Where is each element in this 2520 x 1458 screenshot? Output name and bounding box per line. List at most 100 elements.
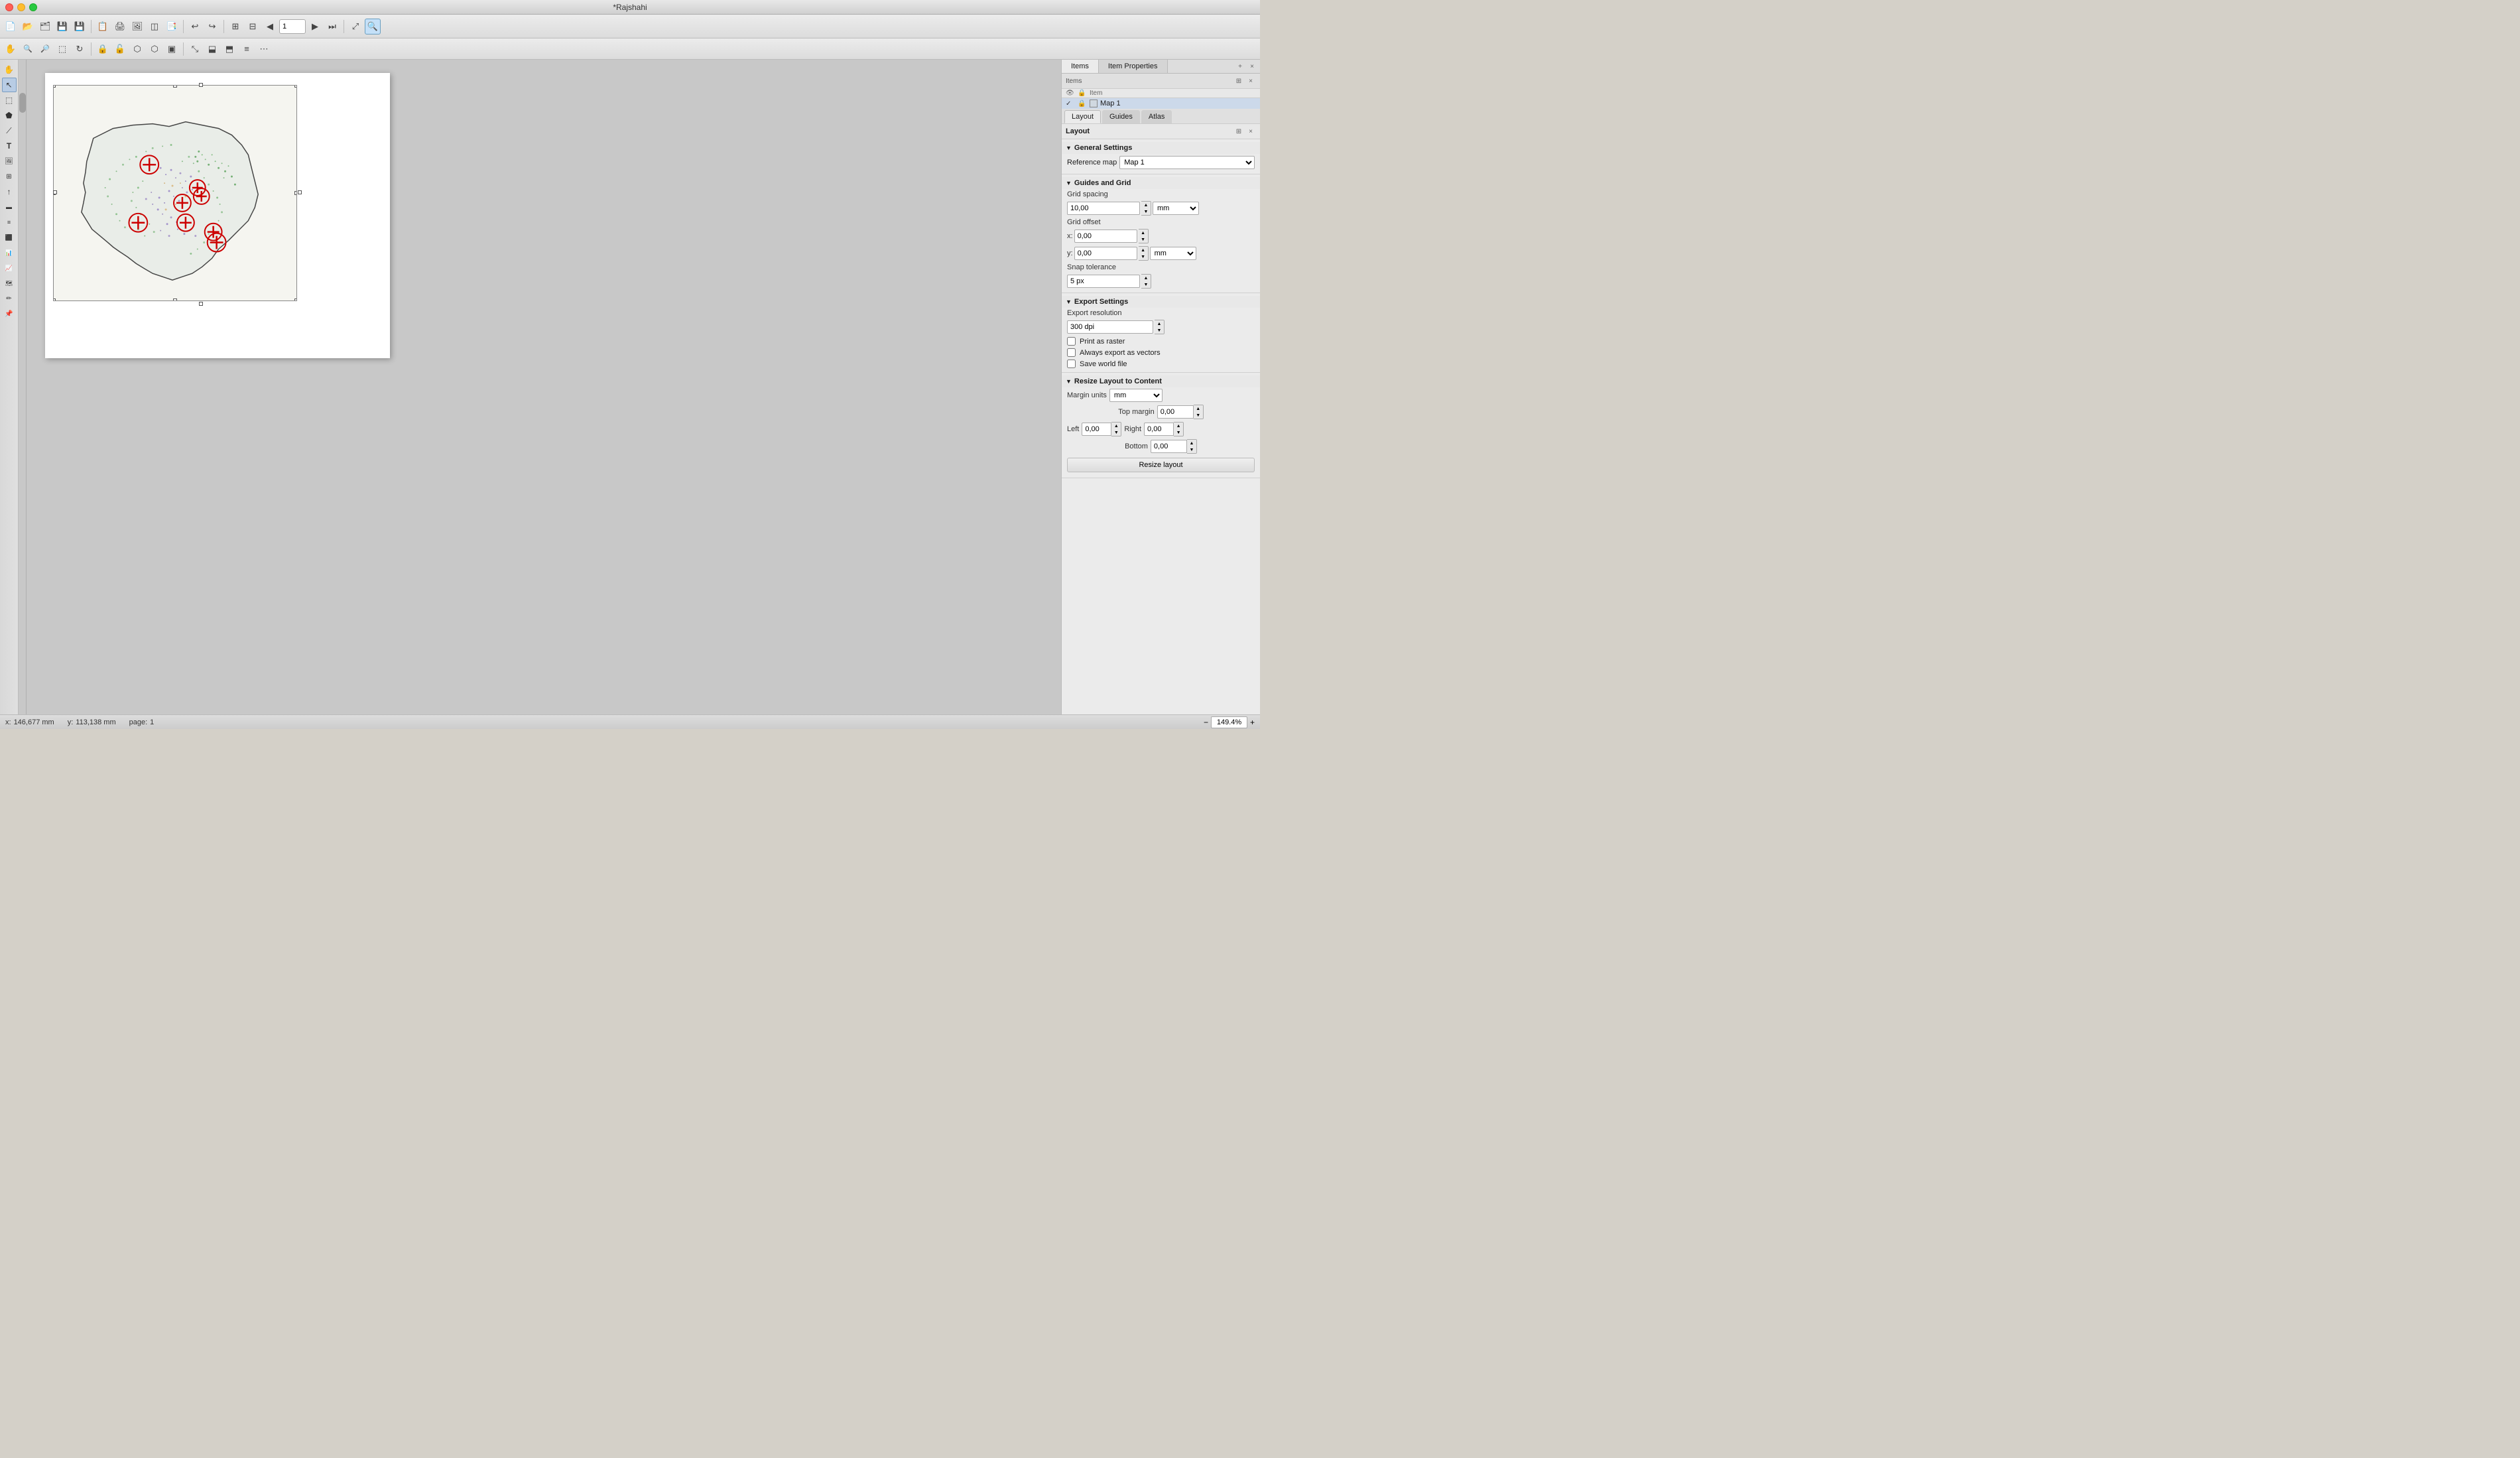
zoom-tool-button[interactable]: 🔍 <box>365 19 381 34</box>
html-frame-tool[interactable]: ⬛ <box>2 230 17 245</box>
layout-close-icon[interactable]: × <box>1245 126 1256 137</box>
left-margin-spin[interactable]: ▲ ▼ <box>1111 422 1121 436</box>
pan-tool[interactable]: ✋ <box>2 62 17 77</box>
close-button[interactable] <box>5 3 13 11</box>
page-input[interactable] <box>279 19 306 34</box>
tab-item-properties[interactable]: Item Properties <box>1099 60 1168 73</box>
tab-items[interactable]: Items <box>1062 60 1099 73</box>
export-res-input[interactable] <box>1067 320 1153 334</box>
attribute-table-tool[interactable]: 📊 <box>2 245 17 260</box>
legend-tool[interactable]: ≡ <box>2 215 17 230</box>
snap-tolerance-spin[interactable]: ▲ ▼ <box>1141 274 1151 289</box>
scale-bar-tool[interactable]: ▬ <box>2 200 17 214</box>
refresh-button[interactable]: ↻ <box>72 41 88 57</box>
elevation-profile-tool[interactable]: 📈 <box>2 261 17 275</box>
top-margin-down[interactable]: ▼ <box>1194 412 1203 419</box>
items-close-icon[interactable]: × <box>1245 76 1256 86</box>
right-margin-down[interactable]: ▼ <box>1174 429 1183 436</box>
save-world-file-checkbox[interactable] <box>1067 360 1076 368</box>
ungroup-button[interactable]: ⬡ <box>147 41 162 57</box>
right-margin-input[interactable] <box>1144 423 1174 436</box>
grid-offset-y-up[interactable]: ▲ <box>1139 247 1148 253</box>
unlock-button[interactable]: 🔓 <box>112 41 128 57</box>
select-button[interactable]: ⬚ <box>54 41 70 57</box>
general-settings-header[interactable]: ▼ General Settings <box>1062 142 1260 154</box>
polygon-tool[interactable]: ⬟ <box>2 108 17 123</box>
grid-spacing-input[interactable] <box>1067 202 1140 215</box>
grid-spacing-spin[interactable]: ▲ ▼ <box>1141 201 1151 216</box>
snap-tolerance-down[interactable]: ▼ <box>1141 281 1151 288</box>
right-margin-spin[interactable]: ▲ ▼ <box>1174 422 1184 436</box>
image-tool[interactable]: 🖼 <box>2 154 17 168</box>
page-handle-left[interactable] <box>53 190 57 194</box>
top-margin-input[interactable] <box>1157 405 1194 419</box>
ref-map-select[interactable]: Map 1 <box>1119 156 1255 169</box>
table-tool[interactable]: ⊞ <box>2 169 17 184</box>
maximize-button[interactable] <box>29 3 37 11</box>
resize-button[interactable]: ⤡ <box>187 41 203 57</box>
select-group-button[interactable]: ▣ <box>164 41 180 57</box>
zoom-out-status-button[interactable]: − <box>1204 718 1208 727</box>
snap-tolerance-up[interactable]: ▲ <box>1141 275 1151 281</box>
tab-atlas[interactable]: Atlas <box>1141 110 1172 123</box>
distribute-button[interactable]: ≡ <box>239 41 255 57</box>
zoom-fit-button[interactable]: ⤢ <box>347 19 363 34</box>
panel-add-icon[interactable]: + <box>1235 61 1245 72</box>
next-page-button[interactable]: ▶ <box>307 19 323 34</box>
zoom-in-status-button[interactable]: + <box>1250 718 1255 727</box>
zoom-full-button[interactable]: ⊞ <box>227 19 243 34</box>
grid-spacing-down[interactable]: ▼ <box>1141 208 1151 215</box>
margin-units-select[interactable]: mm <box>1109 389 1163 402</box>
grid-offset-y-down[interactable]: ▼ <box>1139 253 1148 260</box>
align-left-button[interactable]: ⬓ <box>204 41 220 57</box>
guides-grid-header[interactable]: ▼ Guides and Grid <box>1062 177 1260 189</box>
export-res-up[interactable]: ▲ <box>1155 320 1164 327</box>
more-button[interactable]: ⋯ <box>256 41 272 57</box>
save-button[interactable]: 💾 <box>54 19 70 34</box>
zoom-in-button[interactable]: 🔍 <box>20 41 36 57</box>
last-page-button[interactable]: ⏭ <box>324 19 340 34</box>
zoom-input[interactable] <box>1211 716 1247 728</box>
select-tool[interactable]: ↖ <box>2 78 17 92</box>
export-image-button[interactable]: 🖼 <box>129 19 145 34</box>
grid-offset-y-spin[interactable]: ▲ ▼ <box>1139 246 1149 261</box>
page-handle-top[interactable] <box>199 83 203 87</box>
export-settings-header[interactable]: ▼ Export Settings <box>1062 296 1260 308</box>
bottom-margin-up[interactable]: ▲ <box>1187 440 1196 446</box>
right-margin-up[interactable]: ▲ <box>1174 423 1183 429</box>
export-res-spin[interactable]: ▲ ▼ <box>1155 320 1165 334</box>
bottom-margin-spin[interactable]: ▲ ▼ <box>1187 439 1197 454</box>
3d-map-tool[interactable]: 🗺 <box>2 276 17 291</box>
grid-offset-y-input[interactable] <box>1074 247 1137 260</box>
window-controls[interactable] <box>5 3 37 11</box>
redo-button[interactable]: ↪ <box>204 19 220 34</box>
resize-layout-header[interactable]: ▼ Resize Layout to Content <box>1062 375 1260 387</box>
tab-guides[interactable]: Guides <box>1102 110 1140 123</box>
zoom-out-button[interactable]: 🔎 <box>37 41 53 57</box>
items-expand-icon[interactable]: ⊞ <box>1233 76 1244 86</box>
resize-layout-button[interactable]: Resize layout <box>1067 458 1255 472</box>
handle-bottom-center[interactable] <box>173 298 177 301</box>
grid-offset-x-up[interactable]: ▲ <box>1139 230 1148 236</box>
grid-offset-unit[interactable]: mm <box>1150 247 1196 260</box>
handle-bottom-right[interactable] <box>294 298 297 301</box>
north-arrow-tool[interactable]: ↑ <box>2 184 17 199</box>
pin-tool[interactable]: 📌 <box>2 306 17 321</box>
new-button[interactable]: 📄 <box>3 19 19 34</box>
canvas-area[interactable] <box>19 60 1061 714</box>
page-handle-bottom[interactable] <box>199 302 203 306</box>
bottom-margin-down[interactable]: ▼ <box>1187 446 1196 453</box>
zoom-all-button[interactable]: ⊟ <box>245 19 261 34</box>
group-button[interactable]: ⬡ <box>129 41 145 57</box>
item-row-map1[interactable]: ✓ 🔒 Map 1 <box>1062 98 1260 109</box>
tab-layout[interactable]: Layout <box>1064 110 1101 123</box>
map-item[interactable] <box>53 85 297 301</box>
pan-button[interactable]: ✋ <box>3 41 19 57</box>
print-button[interactable]: 🖨 <box>112 19 128 34</box>
grid-offset-x-input[interactable] <box>1074 230 1137 243</box>
handle-top-center[interactable] <box>173 85 177 88</box>
export-res-down[interactable]: ▼ <box>1155 327 1164 334</box>
layout-expand-icon[interactable]: ⊞ <box>1233 126 1244 137</box>
grid-offset-x-down[interactable]: ▼ <box>1139 236 1148 243</box>
handle-bottom-left[interactable] <box>53 298 56 301</box>
